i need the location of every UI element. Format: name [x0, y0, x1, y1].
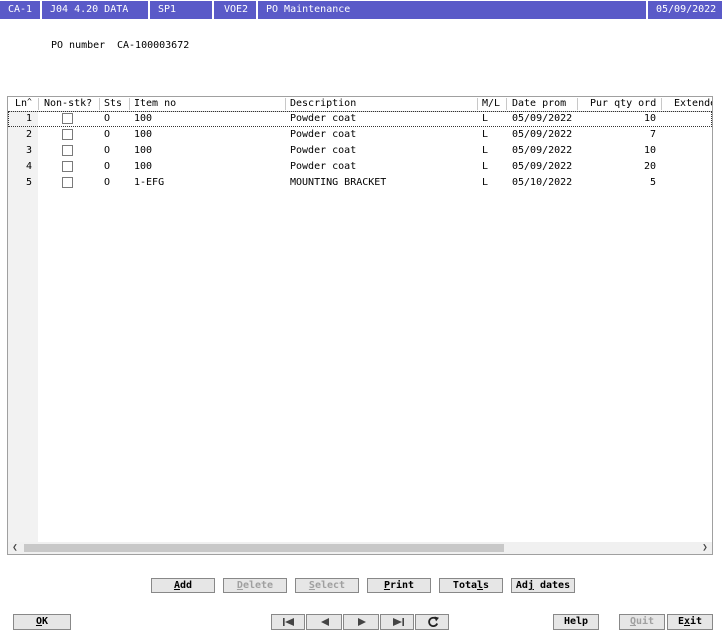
cell-sts: O — [104, 129, 111, 140]
print-button[interactable]: Print — [367, 578, 431, 593]
scrollbar-thumb[interactable] — [24, 544, 504, 552]
cell-ml: L — [482, 129, 489, 140]
scroll-left-icon[interactable]: ❮ — [9, 542, 21, 554]
cell-description: Powder coat — [290, 113, 357, 124]
table-row[interactable]: 1 O 100 Powder coat L 05/09/2022 10 — [8, 111, 712, 127]
add-button[interactable]: Add — [151, 578, 215, 593]
prev-icon — [321, 618, 329, 626]
scroll-right-icon[interactable]: ❯ — [699, 542, 711, 554]
po-number-label: PO number — [51, 40, 106, 51]
cell-item: 1-EFG — [134, 177, 165, 188]
table-row[interactable]: 5 O 1-EFG MOUNTING BRACKET L 05/10/2022 … — [8, 175, 712, 191]
refresh-button[interactable] — [415, 614, 449, 630]
previous-record-button[interactable] — [306, 614, 342, 630]
cell-sts: O — [104, 177, 111, 188]
last-record-button[interactable] — [380, 614, 414, 630]
title-database: J04 4.20 DATA — [42, 1, 148, 19]
cell-sts: O — [104, 113, 111, 124]
cell-item: 100 — [134, 145, 153, 156]
cell-qty: 7 — [649, 129, 656, 140]
help-button[interactable]: Help — [553, 614, 599, 630]
col-header-sts[interactable]: Sts — [104, 98, 122, 110]
exit-button[interactable]: Exit — [667, 614, 713, 630]
non-stock-checkbox[interactable] — [62, 145, 73, 156]
cell-qty: 10 — [643, 113, 656, 124]
non-stock-checkbox[interactable] — [62, 113, 73, 124]
cell-ln: 4 — [26, 161, 33, 172]
po-number-value: CA-100003672 — [117, 40, 190, 51]
cell-description: Powder coat — [290, 161, 357, 172]
title-date: 05/09/2022 — [648, 1, 722, 19]
cell-qty: 5 — [649, 177, 656, 188]
cell-description: MOUNTING BRACKET — [290, 177, 387, 188]
table-row[interactable]: 2 O 100 Powder coat L 05/09/2022 7 — [8, 127, 712, 143]
cell-ml: L — [482, 177, 489, 188]
cell-sts: O — [104, 145, 111, 156]
cell-qty: 20 — [643, 161, 656, 172]
cell-date: 05/09/2022 — [512, 113, 573, 124]
next-icon — [358, 618, 366, 626]
col-header-ml[interactable]: M/L — [482, 98, 500, 110]
cell-ln: 3 — [26, 145, 33, 156]
ok-button[interactable]: OK — [13, 614, 71, 630]
col-header-qty[interactable]: Pur qty ord — [590, 98, 656, 110]
cell-item: 100 — [134, 161, 153, 172]
sort-caret-icon: ^ — [27, 97, 32, 106]
last-page-icon — [393, 618, 404, 626]
cell-ml: L — [482, 113, 489, 124]
title-bar: CA-1 J04 4.20 DATA SP1 VOE2 PO Maintenan… — [0, 0, 722, 20]
cell-sts: O — [104, 161, 111, 172]
non-stock-checkbox[interactable] — [62, 129, 73, 140]
select-button[interactable]: Select — [295, 578, 359, 593]
non-stock-checkbox[interactable] — [62, 161, 73, 172]
cell-ml: L — [482, 145, 489, 156]
first-record-button[interactable] — [271, 614, 305, 630]
cell-ln: 1 — [26, 113, 33, 124]
title-company: CA-1 — [0, 1, 40, 19]
horizontal-scrollbar[interactable]: ❮ ❯ — [8, 542, 712, 554]
cell-date: 05/09/2022 — [512, 161, 573, 172]
col-header-ln[interactable]: Ln — [15, 98, 27, 110]
title-program: VOE2 — [214, 1, 256, 19]
col-header-date[interactable]: Date prom — [512, 98, 566, 110]
cell-description: Powder coat — [290, 145, 357, 156]
col-header-item[interactable]: Item no — [134, 98, 176, 110]
title-screen: PO Maintenance — [258, 1, 646, 19]
cell-date: 05/09/2022 — [512, 129, 573, 140]
cell-ln: 2 — [26, 129, 33, 140]
next-record-button[interactable] — [343, 614, 379, 630]
first-page-icon — [283, 618, 294, 626]
delete-button[interactable]: Delete — [223, 578, 287, 593]
table-row[interactable]: 4 O 100 Powder coat L 05/09/2022 20 — [8, 159, 712, 175]
cell-qty: 10 — [643, 145, 656, 156]
cell-ln: 5 — [26, 177, 33, 188]
col-header-extended[interactable]: Extende — [674, 98, 712, 110]
title-subsystem: SP1 — [150, 1, 212, 19]
adj-dates-button[interactable]: Adj dates — [511, 578, 575, 593]
cell-date: 05/09/2022 — [512, 145, 573, 156]
cell-ml: L — [482, 161, 489, 172]
col-header-nonstk[interactable]: Non-stk? — [44, 98, 92, 110]
refresh-icon — [428, 616, 439, 628]
po-lines-grid[interactable]: Ln ^ Non-stk? Sts Item no Description M/… — [7, 96, 713, 555]
table-row[interactable]: 3 O 100 Powder coat L 05/09/2022 10 — [8, 143, 712, 159]
cell-description: Powder coat — [290, 129, 357, 140]
cell-item: 100 — [134, 113, 153, 124]
quit-button[interactable]: Quit — [619, 614, 665, 630]
grid-header: Ln ^ Non-stk? Sts Item no Description M/… — [8, 97, 712, 112]
cell-item: 100 — [134, 129, 153, 140]
totals-button[interactable]: Totals — [439, 578, 503, 593]
non-stock-checkbox[interactable] — [62, 177, 73, 188]
col-header-description[interactable]: Description — [290, 98, 356, 110]
cell-date: 05/10/2022 — [512, 177, 573, 188]
